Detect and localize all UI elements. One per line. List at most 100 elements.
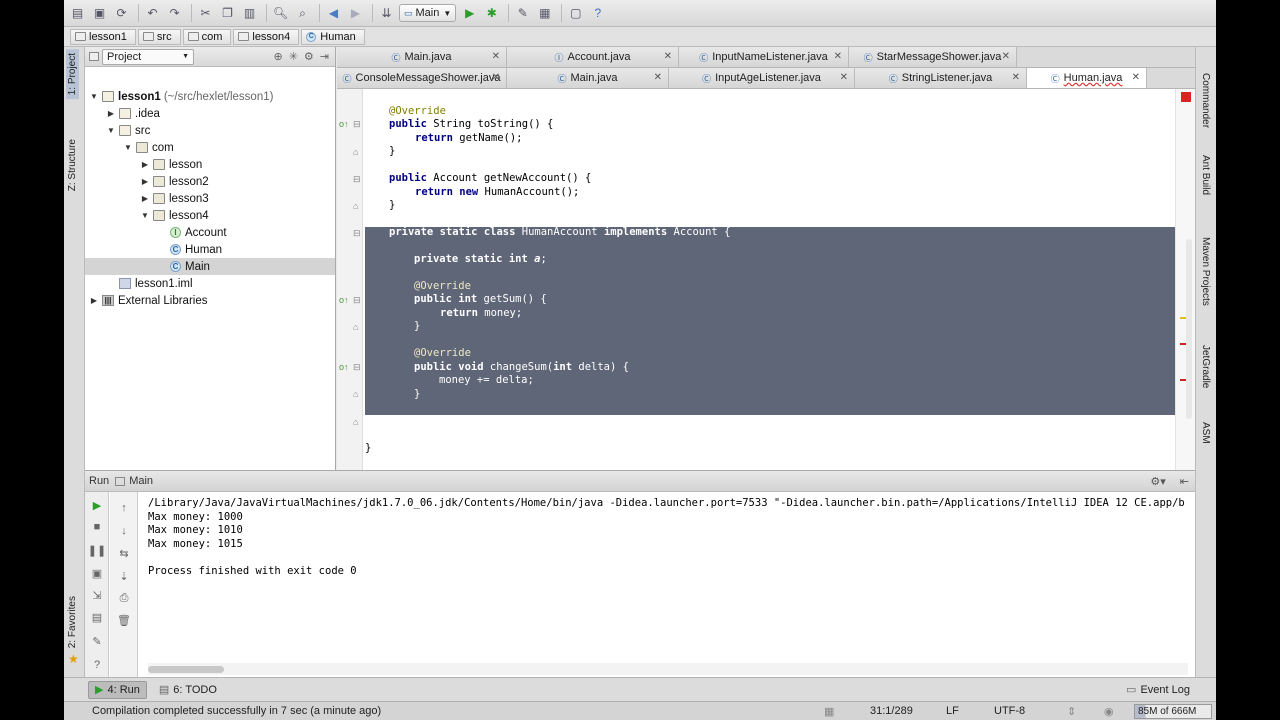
- trash-icon[interactable]: 🗑︎: [117, 613, 131, 627]
- tree-item-main[interactable]: C Main: [85, 258, 335, 275]
- caret-position[interactable]: 31:1/289: [870, 705, 913, 717]
- settings-icon[interactable]: ✎: [513, 4, 532, 23]
- breadcrumb-src[interactable]: src: [137, 28, 181, 45]
- tree-item-lesson2[interactable]: ▶ lesson2: [85, 173, 335, 190]
- tool-tab-maven-projects[interactable]: Maven Projects: [1200, 237, 1211, 306]
- pause-icon[interactable]: ❚❚: [88, 543, 106, 557]
- close-icon[interactable]: ✕: [1132, 72, 1140, 83]
- close-icon[interactable]: ✕: [834, 51, 842, 62]
- editor-tab-account-java[interactable]: Ⓘ Account.java ✕: [507, 47, 679, 67]
- open-icon[interactable]: ▤: [68, 4, 87, 23]
- fold-icon[interactable]: ⊟: [353, 174, 361, 185]
- debug-icon[interactable]: ✱: [482, 4, 501, 23]
- up-arrow-icon[interactable]: ↑: [117, 501, 131, 515]
- fold-icon[interactable]: ⊟: [353, 362, 361, 373]
- pin-icon[interactable]: ✎: [90, 634, 104, 648]
- undo-icon[interactable]: ↶: [143, 4, 162, 23]
- tool-tab-commander[interactable]: Commander: [1200, 73, 1211, 128]
- collapsed-arrow-icon[interactable]: ▶: [140, 177, 150, 186]
- fold-icon[interactable]: ⌂: [353, 201, 358, 211]
- breadcrumb-lesson4[interactable]: lesson4: [233, 28, 300, 45]
- close-icon[interactable]: ✕: [840, 72, 848, 83]
- lock-icon[interactable]: ⇕: [1067, 705, 1076, 718]
- help-icon[interactable]: ?: [90, 658, 104, 672]
- tree-item-external-libraries[interactable]: ▶ ||| External Libraries: [85, 292, 335, 309]
- run-icon[interactable]: ▶: [460, 4, 479, 23]
- tool-tab-jetgradle[interactable]: JetGradle: [1200, 345, 1211, 388]
- close-icon[interactable]: ✕: [492, 51, 500, 62]
- down-arrow-icon[interactable]: ↓: [117, 524, 131, 538]
- close-icon[interactable]: ✕: [492, 72, 500, 83]
- expanded-arrow-icon[interactable]: ▼: [106, 126, 116, 135]
- editor-tab-starmessageshower-java[interactable]: Ⓒ StarMessageShower.java ✕: [849, 47, 1017, 67]
- tool-tab-favorites[interactable]: 2: Favorites: [66, 592, 79, 652]
- sync-icon[interactable]: ⟳: [112, 4, 131, 23]
- collapsed-arrow-icon[interactable]: ▶: [106, 109, 116, 118]
- tool-tab-todo[interactable]: ▤ 6: TODO: [153, 681, 223, 699]
- paste-icon[interactable]: ▥: [240, 4, 259, 23]
- implements-icon[interactable]: o↑: [339, 295, 349, 305]
- hide-panel-icon[interactable]: ⇥: [320, 50, 329, 63]
- tree-item-src[interactable]: ▼ src: [85, 122, 335, 139]
- expanded-arrow-icon[interactable]: ▼: [89, 92, 99, 101]
- scroll-to-end-icon[interactable]: ⇣: [117, 569, 131, 583]
- soft-wrap-icon[interactable]: ⇆: [117, 546, 131, 560]
- editor-tab-human-java[interactable]: Ⓒ Human.java ✕: [1027, 68, 1147, 88]
- fold-icon[interactable]: ⌂: [353, 147, 358, 157]
- fold-icon[interactable]: ⌂: [353, 389, 358, 399]
- back-icon[interactable]: ◀: [324, 4, 343, 23]
- tool-tab-asm[interactable]: ASM: [1200, 422, 1211, 444]
- fold-icon[interactable]: ⌂: [353, 417, 358, 427]
- scroll-from-source-icon[interactable]: ⊕: [273, 50, 282, 63]
- tool-tab-run[interactable]: ▶ 4: Run: [88, 680, 147, 699]
- run-tab-main[interactable]: Main: [129, 475, 153, 487]
- editor-scroll-thumb[interactable]: [1186, 239, 1192, 419]
- tool-tab-ant-build[interactable]: Ant Build: [1200, 155, 1211, 195]
- editor-tab-main-java[interactable]: Ⓒ Main.java ✕: [507, 68, 669, 88]
- dump-threads-icon[interactable]: ▣: [90, 566, 104, 580]
- fold-icon[interactable]: ⊟: [353, 119, 361, 130]
- collapsed-arrow-icon[interactable]: ▶: [140, 194, 150, 203]
- close-icon[interactable]: ✕: [1012, 72, 1020, 83]
- file-encoding[interactable]: UTF-8: [994, 705, 1025, 717]
- rerun-icon[interactable]: ▶: [90, 498, 104, 512]
- tool-tab-structure[interactable]: Z: Structure: [66, 135, 79, 195]
- tree-item-lesson4[interactable]: ▼ lesson4: [85, 207, 335, 224]
- gear-icon[interactable]: ⚙▾: [1150, 475, 1165, 488]
- tree-item-lesson[interactable]: ▶ lesson: [85, 156, 335, 173]
- implements-icon[interactable]: o↑: [339, 362, 349, 372]
- console-output[interactable]: /Library/Java/JavaVirtualMachines/jdk1.7…: [148, 497, 1188, 667]
- exit-icon[interactable]: ⇲: [90, 588, 104, 602]
- breadcrumb-lesson1[interactable]: lesson1: [70, 28, 136, 45]
- line-separator[interactable]: LF: [946, 705, 959, 717]
- fold-icon[interactable]: ⊟: [353, 228, 361, 239]
- fold-icon[interactable]: ⌂: [353, 322, 358, 332]
- hide-panel-icon[interactable]: ⇤: [1180, 475, 1189, 488]
- collapsed-arrow-icon[interactable]: ▶: [140, 160, 150, 169]
- code-text[interactable]: @Override public String toString() { ret…: [365, 89, 1176, 470]
- fold-icon[interactable]: ⊟: [353, 295, 361, 306]
- layout-icon[interactable]: ▤: [90, 610, 104, 624]
- sdk-icon[interactable]: ▢: [566, 4, 585, 23]
- structure-icon[interactable]: ▦: [535, 4, 554, 23]
- tree-item-idea[interactable]: ▶ .idea: [85, 105, 335, 122]
- breadcrumb-com[interactable]: com: [182, 28, 232, 45]
- replace-icon[interactable]: ⌕: [293, 4, 312, 23]
- tree-item-lesson1-iml[interactable]: lesson1.iml: [85, 275, 335, 292]
- override-icon[interactable]: o↑: [339, 119, 349, 129]
- tree-item-lesson3[interactable]: ▶ lesson3: [85, 190, 335, 207]
- make-icon[interactable]: ⇊: [377, 4, 396, 23]
- project-view-select[interactable]: Project ▼: [102, 48, 194, 65]
- tool-tab-event-log[interactable]: ▭ Event Log: [1120, 681, 1196, 699]
- tree-item-com[interactable]: ▼ com: [85, 139, 335, 156]
- tree-item-lesson1[interactable]: ▼ lesson1 (~/src/hexlet/lesson1): [85, 88, 335, 105]
- expanded-arrow-icon[interactable]: ▼: [123, 143, 133, 152]
- code-editor[interactable]: o↑ ⊟ ⌂ ⊟ ⌂ ⊟ o↑ ⊟ ⌂ o↑ ⊟ ⌂ ⌂ @Override p…: [337, 89, 1195, 470]
- console-hscrollbar[interactable]: [148, 663, 1188, 675]
- forward-icon[interactable]: ▶: [346, 4, 365, 23]
- help-icon[interactable]: ?: [588, 4, 607, 23]
- stop-icon[interactable]: ■: [90, 520, 104, 534]
- tool-tab-project[interactable]: 1: Project: [66, 49, 79, 100]
- find-icon[interactable]: 🔍︎: [271, 4, 290, 23]
- close-icon[interactable]: ✕: [654, 72, 662, 83]
